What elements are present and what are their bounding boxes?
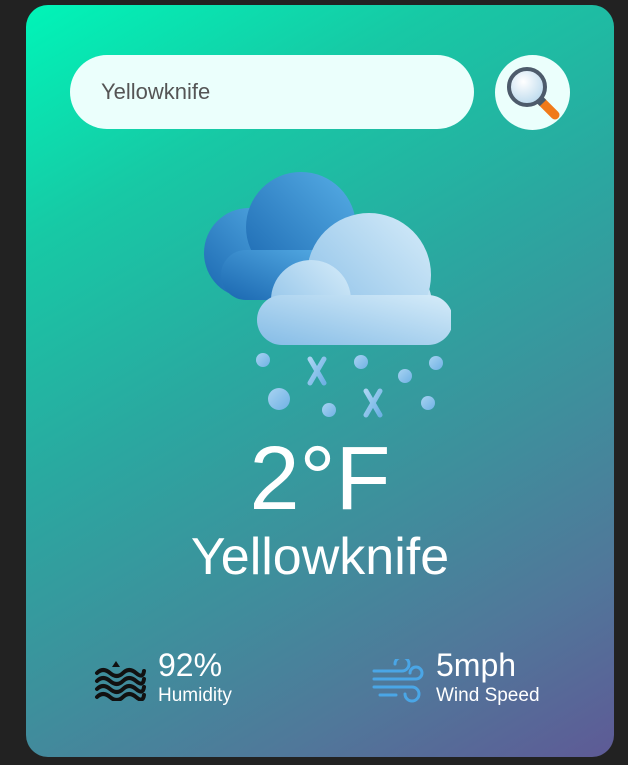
- wind-icon: [372, 659, 424, 703]
- temperature: 2°F: [249, 429, 391, 529]
- city-name: Yellowknife: [190, 528, 450, 586]
- wind-label: Wind Speed: [436, 685, 540, 706]
- snow-cloud-icon: [204, 172, 451, 418]
- wind-stat: 5mph Wind Speed: [372, 645, 592, 715]
- search-button[interactable]: [495, 55, 570, 130]
- humidity-label: Humidity: [158, 685, 232, 706]
- weather-card: 2°F Yellowknife 92% Humidity 5mph Wind S…: [26, 5, 614, 757]
- humidity-stat: 92% Humidity: [94, 645, 294, 715]
- magnifier-icon: [507, 67, 560, 120]
- search-input[interactable]: [70, 55, 474, 129]
- humidity-value: 92%: [158, 647, 223, 683]
- wind-value: 5mph: [436, 647, 517, 683]
- humidity-waves-icon: [95, 661, 146, 701]
